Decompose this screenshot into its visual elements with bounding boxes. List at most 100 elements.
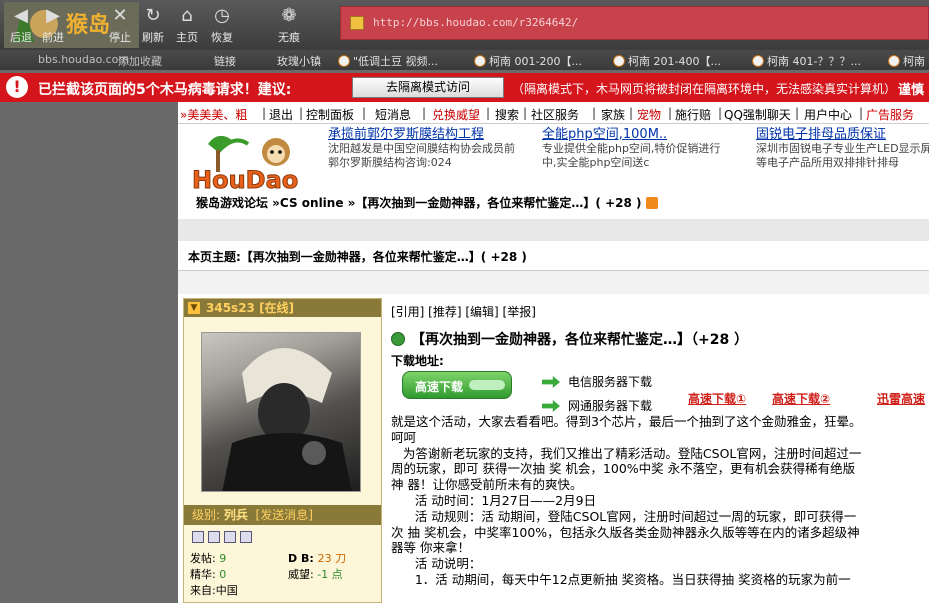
ad-title[interactable]: 固锐电子排母品质保证 xyxy=(756,128,929,142)
warning-icon: ! xyxy=(6,76,28,98)
stat-label: 发帖: 9 xyxy=(190,552,227,565)
home-icon: ⌂ xyxy=(181,5,193,26)
profile-icon[interactable] xyxy=(192,531,204,543)
nav-sep: | xyxy=(668,106,673,120)
netcom-download-label: 网通服务器下载 xyxy=(568,399,653,413)
mirror-link-1[interactable]: 高速下载① xyxy=(688,390,746,407)
stop-button[interactable]: ✕ 停止 xyxy=(105,3,135,49)
dropdown-arrow-icon[interactable]: ▼ xyxy=(188,302,200,314)
nav-family[interactable]: 家族 xyxy=(601,106,625,123)
bookmark-favicon-icon xyxy=(752,55,764,67)
mirror-link-2[interactable]: 高速下载② xyxy=(772,390,830,407)
ad-block[interactable]: 固锐电子排母品质保证 深圳市固锐电子专业生产LED显示屏 等电子产品所用双排排针… xyxy=(756,128,929,170)
arrow-icon xyxy=(542,400,560,412)
nav-pets[interactable]: 宠物 xyxy=(637,106,661,123)
topic-subject-text: 本页主题:【再次抽到一金勋神器，各位来帮忙鉴定…】( +28 ) xyxy=(188,250,527,264)
ad-block[interactable]: 承揽前郭尔罗斯膜结构工程 沈阳越发是中国空间膜结构协会成员前 郭尔罗斯膜结构咨询… xyxy=(328,128,515,170)
stat-label: 来自:中国 xyxy=(190,584,238,597)
post-status-icon xyxy=(391,332,405,346)
qq-icon[interactable] xyxy=(240,531,252,543)
back-button[interactable]: ◀ 后退 xyxy=(6,3,36,49)
ad-title[interactable]: 承揽前郭尔罗斯膜结构工程 xyxy=(328,128,515,142)
restore-button[interactable]: ◷ 恢复 xyxy=(207,3,237,49)
trojan-warning-bar: ! 已拦截该页面的5个木马病毒请求！建议: 去隔离模式访问 （隔离模式下，木马网… xyxy=(0,73,929,102)
home-label: 主页 xyxy=(176,31,198,44)
fast-download-button[interactable]: 高速下载 xyxy=(402,371,512,399)
nav-sep: | xyxy=(718,106,723,120)
netcom-download-link[interactable]: 网通服务器下载 xyxy=(542,397,652,414)
send-message-link[interactable]: [发送消息] xyxy=(256,508,313,522)
houdao-site-logo[interactable]: HouDao xyxy=(188,130,306,194)
address-text[interactable]: http://bbs.houdao.com/r3264642/ xyxy=(373,16,578,29)
refresh-button[interactable]: ↻ 刷新 xyxy=(138,3,168,49)
home-button[interactable]: ⌂ 主页 xyxy=(172,3,202,49)
ad-line: 专业提供全能php空间,特价促销进行 xyxy=(542,142,721,155)
nav-user-center[interactable]: 用户中心 xyxy=(804,106,852,123)
nav-messages[interactable]: 短消息 xyxy=(375,106,411,123)
ad-title[interactable]: 全能php空间,100M.. xyxy=(542,128,720,142)
download-label: 下载地址: xyxy=(391,354,444,368)
avatar xyxy=(201,332,361,492)
forum-page: »美美美、粗 | 退出 | 控制面板 | 短消息 | 兑换威望 | 搜索 | 社… xyxy=(178,102,929,603)
topic-subject: 本页主题:【再次抽到一金勋神器，各位来帮忙鉴定…】( +28 ) xyxy=(178,242,929,270)
bookmark-item[interactable]: 添加收藏 xyxy=(118,53,162,69)
friend-icon[interactable] xyxy=(224,531,236,543)
bookmark-item[interactable]: 柯南 201-400【... xyxy=(613,53,721,69)
forward-button[interactable]: ▶ 前进 xyxy=(38,3,68,49)
nav-sep: | xyxy=(523,106,528,120)
nav-community[interactable]: 社区服务 xyxy=(531,106,579,123)
stats-row: 发帖: 9 D B: 23 刀 xyxy=(190,551,380,567)
nav-control-panel[interactable]: 控制面板 xyxy=(306,106,354,123)
bookmark-favicon-icon xyxy=(338,55,350,67)
message-icon[interactable] xyxy=(208,531,220,543)
bookmark-item[interactable]: bbs.houdao.com xyxy=(38,53,129,66)
nav-qq-chat[interactable]: QQ强制聊天 xyxy=(724,106,791,123)
nav-logout[interactable]: 退出 xyxy=(269,106,293,123)
author-header: ▼ 345s23 [在线] xyxy=(184,299,381,317)
stats-row: 精华: 0 威望: -1 点 xyxy=(190,567,380,583)
telecom-download-label: 电信服务器下载 xyxy=(568,375,653,389)
bookmark-item[interactable]: "低调土豆 视频... xyxy=(338,53,438,69)
post-title: 【再次抽到一金勋神器，各位来帮忙鉴定…】（+28 ） xyxy=(391,329,748,349)
post-tools[interactable]: [引用] [推荐] [编辑] [举报] xyxy=(391,303,536,320)
nav-item[interactable]: 施行赔 xyxy=(675,106,711,123)
bookmark-label: 柯南 201-400【... xyxy=(628,55,721,68)
ad-block[interactable]: 全能php空间,100M.. 专业提供全能php空间,特价促销进行 中,实全能p… xyxy=(542,128,720,170)
telecom-download-link[interactable]: 电信服务器下载 xyxy=(542,373,652,390)
rss-icon[interactable] xyxy=(645,197,658,209)
ad-line: 深圳市固锐电子专业生产LED显示屏 xyxy=(756,142,929,155)
author-name[interactable]: 345s23 [在线] xyxy=(206,301,294,315)
bookmark-item[interactable]: 玫瑰小镇 xyxy=(277,53,321,69)
nav-user[interactable]: »美美美、粗 xyxy=(180,106,247,123)
browser-toolbar: 猴岛 ◀ 后退 ▶ 前进 ✕ 停止 ↻ 刷新 ⌂ 主页 ◷ 恢复 ❁ 无痕 ht… xyxy=(0,0,929,50)
author-stats: 发帖: 9 D B: 23 刀 精华: 0 威望: -1 点 来自:中国 xyxy=(190,551,380,599)
download-pill-icon xyxy=(469,380,505,390)
level-label: 级别: xyxy=(192,508,224,522)
avatar-figure-icon xyxy=(222,348,352,491)
stat-label: D B: 23 刀 xyxy=(288,552,347,565)
address-bar[interactable]: http://bbs.houdao.com/r3264642/ xyxy=(340,6,929,40)
divider-bar xyxy=(178,219,929,241)
nav-exchange[interactable]: 兑换威望 xyxy=(432,106,480,123)
breadcrumb-text[interactable]: 猴岛游戏论坛 »CS online »【再次抽到一金勋神器，各位来帮忙鉴定…】(… xyxy=(196,196,642,210)
bookmark-label: "低调土豆 视频... xyxy=(353,55,439,68)
bookmark-item[interactable]: 柯南 401-？？？... xyxy=(752,53,861,69)
nav-sep: | xyxy=(422,106,427,120)
bookmark-favicon-icon xyxy=(613,55,625,67)
bookmark-item[interactable]: 柯南 xyxy=(888,53,925,69)
isolation-mode-button[interactable]: 去隔离模式访问 xyxy=(352,77,504,98)
incognito-label: 无痕 xyxy=(278,31,300,44)
nav-sep: | xyxy=(299,106,304,120)
nav-ads[interactable]: 广告服务 xyxy=(866,106,914,123)
stat-label: 精华: 0 xyxy=(190,568,227,581)
level-value: 列兵 xyxy=(223,508,248,522)
paw-icon: ❁ xyxy=(281,5,297,26)
nav-search[interactable]: 搜索 xyxy=(495,106,519,123)
bookmark-favicon-icon xyxy=(888,55,900,67)
bookmark-item[interactable]: 链接 xyxy=(214,53,236,69)
bookmark-label: 柯南 401-？？？... xyxy=(767,55,861,68)
bookmark-item[interactable]: 柯南 001-200【... xyxy=(474,53,582,69)
mirror-link-3[interactable]: 迅雷高速 xyxy=(877,390,925,407)
incognito-button[interactable]: ❁ 无痕 xyxy=(274,3,304,49)
stop-icon: ✕ xyxy=(112,5,128,26)
